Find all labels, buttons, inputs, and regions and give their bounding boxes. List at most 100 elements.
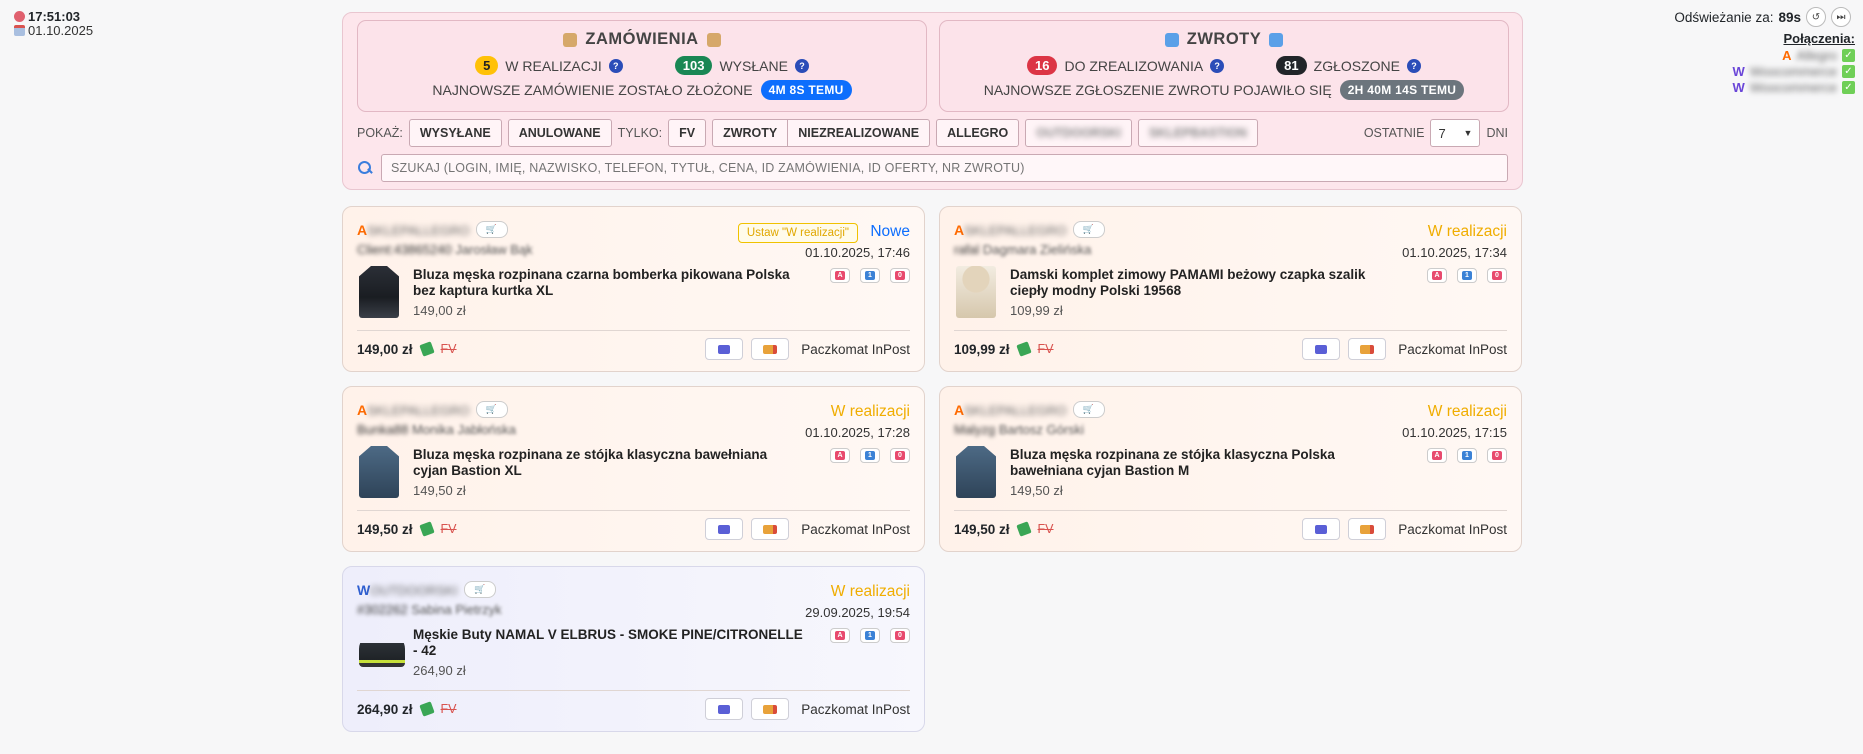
shipping-button[interactable] (1348, 518, 1387, 540)
cart-icon[interactable]: 🛒 (475, 401, 508, 418)
orders-summary: ZAMÓWIENIA 5 W REALIZACJI? 103 WYSŁANE? NA… (357, 20, 927, 112)
printer-icon (718, 344, 731, 354)
order-header: ASKLEPALLEGRO 🛒 (954, 221, 1105, 238)
product-image[interactable] (359, 446, 399, 498)
truck-icon (763, 344, 778, 354)
product-image[interactable] (359, 266, 399, 318)
shipping-button[interactable] (751, 698, 790, 720)
returns-reported-count[interactable]: 81 (1276, 56, 1307, 75)
flag-a-icon[interactable]: A (830, 448, 850, 463)
returns-todo-count[interactable]: 16 (1026, 56, 1058, 75)
flag-0-icon[interactable]: 0 (1487, 268, 1507, 283)
product-image[interactable] (359, 633, 405, 667)
calendar-icon (14, 24, 25, 36)
refresh-indicator: Odświeżanie za: 89s ↺ ⏭ (1674, 7, 1851, 27)
print-button[interactable] (705, 338, 744, 360)
flag-1-icon[interactable]: 1 (860, 628, 880, 643)
check-icon: ✓ (1842, 64, 1855, 78)
help-icon[interactable]: ? (1210, 58, 1225, 73)
cart-icon[interactable]: 🛒 (463, 581, 496, 598)
print-button[interactable] (705, 698, 744, 720)
shipping-button[interactable] (751, 518, 790, 540)
help-icon[interactable]: ? (1407, 58, 1421, 73)
package-icon (706, 32, 721, 47)
latest-order-time: 4M 8S TEMU (760, 80, 852, 100)
shipping-button[interactable] (751, 338, 790, 360)
clock-time: 17:51:03 (28, 8, 81, 24)
product-price: 149,50 zł (413, 483, 466, 498)
filter-allegro-button[interactable]: ALLEGRO (936, 119, 1020, 147)
order-card[interactable]: WOUTDOORSKI 🛒 #302262 Sabina Pietrzyk W … (342, 566, 925, 732)
truck-icon (1360, 344, 1375, 354)
product-image[interactable] (956, 446, 996, 498)
set-in-progress-button[interactable]: Ustaw "W realizacji" (737, 223, 858, 243)
returns-todo-label: DO ZREALIZOWANIA (1064, 57, 1204, 74)
show-label: POKAŻ: (357, 126, 403, 140)
flag-0-icon[interactable]: 0 (890, 448, 910, 463)
flag-0-icon[interactable]: 0 (890, 628, 910, 643)
filter-store-button[interactable]: SKLEPBASTION (1137, 119, 1258, 147)
print-button[interactable] (1302, 338, 1341, 360)
help-icon[interactable]: ? (608, 58, 623, 73)
flag-1-icon[interactable]: 1 (1457, 448, 1477, 463)
filter-unrealized-button[interactable]: NIEZREALIZOWANE (788, 119, 931, 147)
product-title[interactable]: Damski komplet zimowy PAMAMI beżowy czap… (1010, 267, 1400, 299)
divider (357, 330, 910, 331)
flag-a-icon[interactable]: A (1427, 268, 1447, 283)
returns-reported-label: ZGŁOSZONE (1313, 57, 1400, 74)
order-footer: 149,50 zł FV Paczkomat InPost (954, 517, 1507, 541)
sent-count[interactable]: 103 (674, 56, 713, 75)
product-title[interactable]: Bluza męska rozpinana ze stójka klasyczn… (413, 447, 803, 479)
shipping-method: Paczkomat InPost (1398, 521, 1507, 537)
filter-store-button[interactable]: OUTDOORSKI (1025, 119, 1132, 147)
order-status: Nowe (870, 223, 910, 240)
order-card[interactable]: ASKLEPALLEGRO 🛒 Malyzg Bartosz Górski W … (939, 386, 1522, 552)
order-card[interactable]: ASKLEPALLEGRO 🛒 Bunka88 Monika Jabłońska… (342, 386, 925, 552)
order-footer: 264,90 zł FV Paczkomat InPost (357, 697, 910, 721)
order-date: 29.09.2025, 19:54 (805, 605, 910, 620)
cart-icon[interactable]: 🛒 (1072, 401, 1105, 418)
clock-date: 01.10.2025 (28, 22, 94, 38)
connections-title: Połączenia: (1783, 31, 1855, 46)
order-footer: 149,00 zł FV Paczkomat InPost (357, 337, 910, 361)
filter-sent-button[interactable]: WYSYŁANE (408, 119, 502, 147)
cart-icon[interactable]: 🛒 (475, 221, 508, 238)
cart-icon[interactable]: 🛒 (1072, 221, 1105, 238)
product-title[interactable]: Bluza męska rozpinana czarna bomberka pi… (413, 267, 803, 299)
printer-icon (718, 704, 731, 714)
product-price: 109,99 zł (1010, 303, 1063, 318)
in-progress-count[interactable]: 5 (475, 56, 499, 75)
buyer: Bunka88 Monika Jabłońska (357, 422, 517, 437)
filter-cancelled-button[interactable]: ANULOWANE (507, 119, 612, 147)
flag-1-icon[interactable]: 1 (860, 268, 880, 283)
filter-fv-button[interactable]: FV (668, 119, 707, 147)
print-button[interactable] (1302, 518, 1341, 540)
order-status: W realizacji (1427, 403, 1507, 420)
order-total: 264,90 zł (357, 701, 413, 717)
flag-0-icon[interactable]: 0 (890, 268, 910, 283)
help-icon[interactable]: ? (794, 58, 809, 73)
order-card[interactable]: ASKLEPALLEGRO 🛒 rafal Dagmara Zielińska … (939, 206, 1522, 372)
refresh-icon[interactable]: ↺ (1806, 7, 1826, 27)
flag-a-icon[interactable]: A (1427, 448, 1447, 463)
flag-1-icon[interactable]: 1 (1457, 268, 1477, 283)
flag-0-icon[interactable]: 0 (1487, 448, 1507, 463)
shipping-button[interactable] (1348, 338, 1387, 360)
filter-returns-button[interactable]: ZWROTY (712, 119, 789, 147)
flag-a-icon[interactable]: A (830, 268, 850, 283)
days-select[interactable]: 7 ▼ (1430, 119, 1481, 147)
fv-label: FV (440, 702, 457, 716)
skip-icon[interactable]: ⏭ (1831, 7, 1851, 27)
product-image[interactable] (956, 266, 996, 318)
order-card[interactable]: ASKLEPALLEGRO 🛒 Client:43865240 Jarosław… (342, 206, 925, 372)
product-title[interactable]: Męskie Buty NAMAL V ELBRUS - SMOKE PINE/… (413, 627, 803, 659)
order-header: ASKLEPALLEGRO 🛒 (357, 221, 508, 238)
product-title[interactable]: Bluza męska rozpinana ze stójka klasyczn… (1010, 447, 1400, 479)
order-flags: A 1 0 (1427, 268, 1507, 283)
flag-a-icon[interactable]: A (830, 628, 850, 643)
flag-1-icon[interactable]: 1 (860, 448, 880, 463)
search-input[interactable] (381, 154, 1508, 182)
search-icon (357, 160, 373, 176)
print-button[interactable] (705, 518, 744, 540)
shipping-method: Paczkomat InPost (801, 341, 910, 357)
